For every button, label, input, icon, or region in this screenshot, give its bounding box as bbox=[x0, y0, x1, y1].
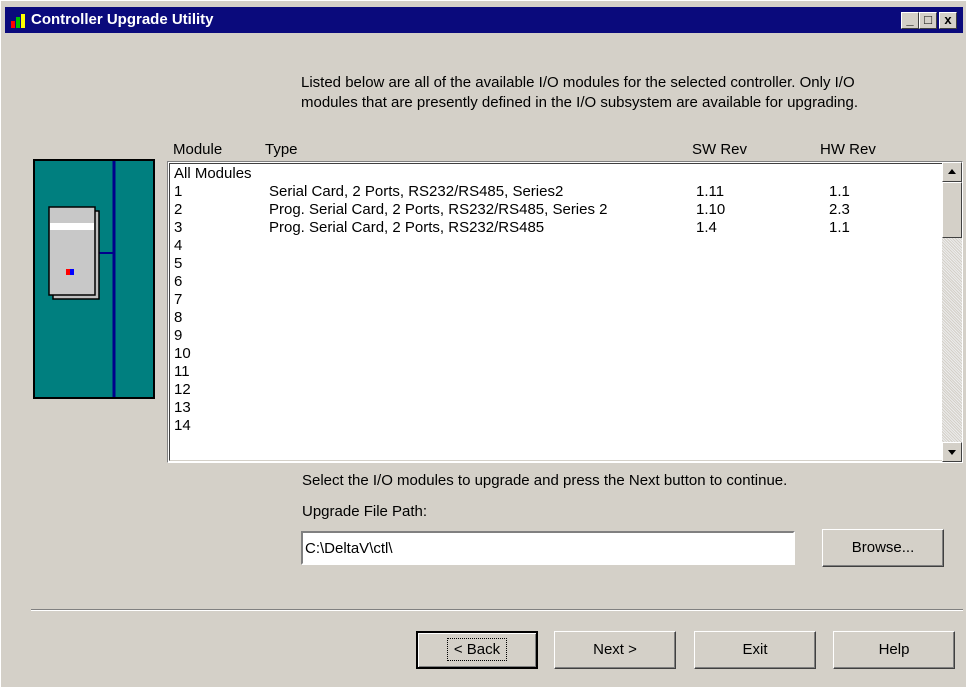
column-header-type[interactable]: Type bbox=[265, 141, 298, 158]
cell-module: 3 bbox=[174, 219, 183, 236]
column-header-sw-rev[interactable]: SW Rev bbox=[692, 141, 747, 158]
close-button[interactable]: x bbox=[939, 12, 957, 29]
cell-module: 13 bbox=[174, 399, 191, 416]
cell-module: 2 bbox=[174, 201, 183, 218]
exit-button[interactable]: Exit bbox=[694, 631, 816, 669]
instruction-text: Select the I/O modules to upgrade and pr… bbox=[302, 472, 788, 489]
separator bbox=[31, 609, 963, 611]
scroll-up-button[interactable] bbox=[942, 162, 962, 182]
scroll-down-button[interactable] bbox=[942, 442, 962, 462]
cell-module: 11 bbox=[174, 363, 190, 380]
maximize-icon: □ bbox=[924, 12, 932, 27]
upgrade-path-input[interactable] bbox=[301, 531, 795, 565]
cell-hw: 1.1 bbox=[829, 219, 850, 236]
cell-module: 14 bbox=[174, 417, 191, 434]
cell-module: 4 bbox=[174, 237, 183, 254]
cell-type: Serial Card, 2 Ports, RS232/RS485, Serie… bbox=[269, 183, 564, 200]
next-button[interactable]: Next > bbox=[554, 631, 676, 669]
cell-module: 7 bbox=[174, 291, 183, 308]
controller-module-graphic bbox=[33, 159, 155, 399]
maximize-button[interactable]: □ bbox=[919, 12, 937, 29]
controller-app-icon bbox=[11, 14, 25, 28]
cell-type: Prog. Serial Card, 2 Ports, RS232/RS485 bbox=[269, 219, 545, 236]
help-button[interactable]: Help bbox=[833, 631, 955, 669]
cell-module: 1 bbox=[174, 183, 183, 200]
back-button-label: < Back bbox=[446, 638, 508, 661]
minimize-button[interactable]: _ bbox=[901, 12, 919, 29]
cell-module: 12 bbox=[174, 381, 191, 398]
title-bar[interactable]: Controller Upgrade Utility _ □ x bbox=[5, 7, 963, 33]
cell-module: 10 bbox=[174, 345, 191, 362]
cell-hw: 2.3 bbox=[829, 201, 850, 218]
cell-module: 8 bbox=[174, 309, 183, 326]
cell-module: 9 bbox=[174, 327, 183, 344]
cell-sw: 1.11 bbox=[696, 183, 725, 200]
column-header-hw-rev[interactable]: HW Rev bbox=[820, 141, 876, 158]
cell-sw: 1.10 bbox=[696, 201, 726, 218]
upgrade-utility-window: Controller Upgrade Utility _ □ x Listed … bbox=[0, 0, 966, 687]
cell-type: Prog. Serial Card, 2 Ports, RS232/RS485,… bbox=[269, 201, 608, 218]
controller-carrier-icon bbox=[48, 161, 116, 397]
arrow-down-icon bbox=[948, 450, 956, 455]
module-list[interactable]: All Modules 1 Serial Card, 2 Ports, RS232/… bbox=[167, 161, 963, 463]
window-title: Controller Upgrade Utility bbox=[31, 11, 214, 28]
scroll-thumb[interactable] bbox=[942, 182, 962, 238]
cell-module: All Modules bbox=[174, 165, 252, 182]
column-header-module[interactable]: Module bbox=[173, 141, 222, 158]
close-icon: x bbox=[944, 12, 952, 27]
upgrade-path-label: Upgrade File Path: bbox=[302, 503, 428, 520]
back-button[interactable]: < Back bbox=[416, 631, 538, 669]
cell-module: 5 bbox=[174, 255, 183, 272]
cell-sw: 1.4 bbox=[696, 219, 717, 236]
minimize-icon: _ bbox=[906, 12, 914, 27]
browse-button[interactable]: Browse... bbox=[822, 529, 944, 567]
intro-line-2: modules that are presently defined in th… bbox=[301, 94, 858, 111]
arrow-up-icon bbox=[948, 169, 956, 174]
intro-text: Listed below are all of the available I/… bbox=[301, 73, 951, 113]
module-list-rows: All Modules 1 Serial Card, 2 Ports, RS232/… bbox=[169, 163, 961, 461]
cell-hw: 1.1 bbox=[829, 183, 850, 200]
intro-line-1: Listed below are all of the available I/… bbox=[301, 74, 855, 91]
cell-module: 6 bbox=[174, 273, 183, 290]
vertical-scrollbar[interactable] bbox=[942, 162, 962, 462]
